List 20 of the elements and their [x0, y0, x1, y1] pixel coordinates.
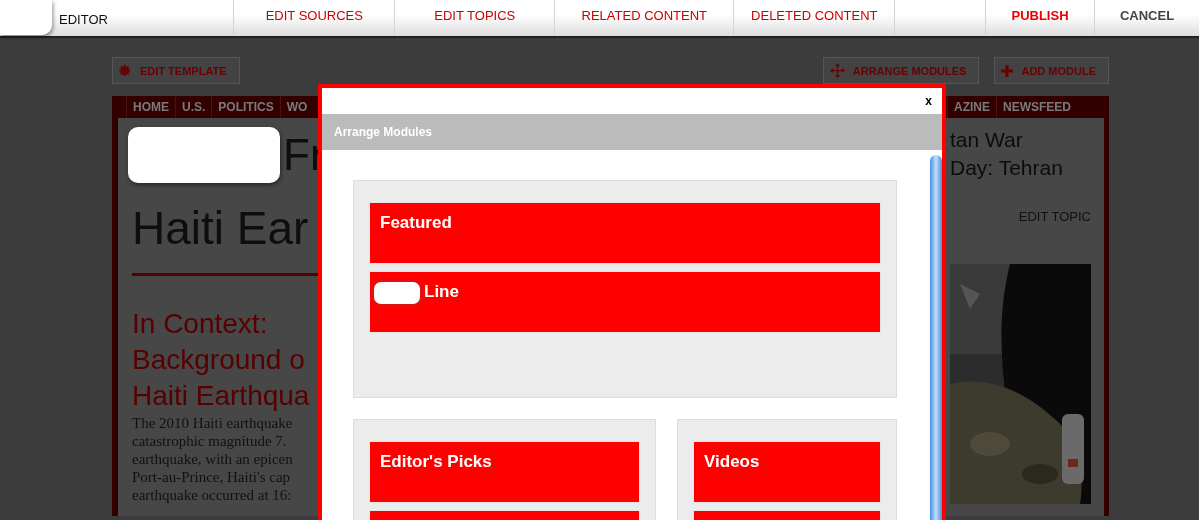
toolbar-tab[interactable]: RELATED CONTENT: [554, 0, 734, 36]
module-block[interactable]: Editor's Picks: [369, 441, 640, 503]
toolbar-tab[interactable]: EDIT SOURCES: [233, 0, 395, 36]
module-block[interactable]: Videos: [693, 441, 881, 503]
gear-icon: [119, 64, 132, 77]
plus-icon: [1001, 64, 1014, 77]
editor-title: EDITOR: [59, 12, 108, 27]
scrollbar[interactable]: [930, 155, 942, 520]
close-button[interactable]: x: [915, 88, 942, 114]
module-block[interactable]: Line: [369, 271, 881, 333]
redacted-block: [0, 0, 52, 35]
context-heading: In Context: Background o Haiti Earthqua: [132, 307, 311, 413]
toolbar-tab[interactable]: DELETED CONTENT: [733, 0, 895, 36]
module-block[interactable]: Featured: [369, 202, 881, 264]
publish-button[interactable]: PUBLISH: [985, 0, 1094, 36]
toolbar-tab[interactable]: EDIT TOPICS: [394, 0, 555, 36]
headline: Haiti Ear: [132, 201, 310, 255]
cancel-button[interactable]: CANCEL: [1094, 0, 1199, 36]
dialog-header: Arrange Modules: [322, 114, 942, 150]
move-icon: [829, 63, 845, 78]
